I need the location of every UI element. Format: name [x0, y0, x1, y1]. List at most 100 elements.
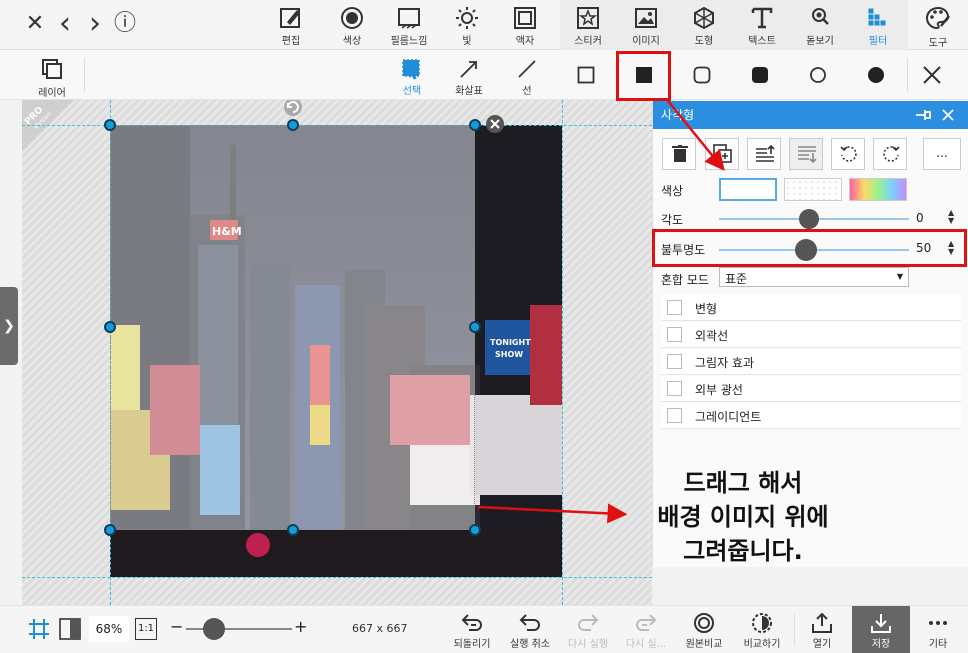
tool-label: 필름느낌 [390, 36, 428, 47]
divider [907, 58, 908, 92]
tool-film[interactable]: 필름느낌 [383, 2, 435, 48]
left-panel-toggle[interactable]: ❯ [0, 287, 18, 365]
gradient-color-swatch[interactable] [849, 178, 907, 201]
compare-button[interactable]: 비교하기 [738, 610, 786, 652]
option-outline[interactable]: 외곽선 [661, 322, 961, 348]
layer-button[interactable]: 레이어 [26, 54, 78, 100]
select-button[interactable]: 선택 [386, 54, 438, 100]
angle-slider[interactable] [719, 209, 909, 229]
redo-all-button[interactable]: 다시 실... [620, 610, 672, 652]
shape-toolbar: 레이어 선택 화살표 선 [0, 50, 968, 100]
resize-handle-b[interactable] [287, 524, 299, 536]
rotate-left-button[interactable] [831, 138, 865, 170]
checkbox[interactable] [667, 327, 682, 342]
ellipse-filled-button[interactable] [859, 58, 893, 92]
close-shape-toolbar-button[interactable] [915, 58, 949, 92]
ellipse-outline-button[interactable] [801, 58, 835, 92]
option-gradient[interactable]: 그레이디언트 [661, 403, 961, 429]
angle-slider-knob[interactable] [799, 209, 819, 229]
checkbox[interactable] [667, 408, 682, 423]
blend-mode-select[interactable]: 표준 ▼ [719, 267, 909, 287]
open-button[interactable]: 열기 [800, 610, 844, 652]
tool-frame[interactable]: 액자 [499, 2, 551, 48]
zoom-slider[interactable] [186, 618, 292, 640]
tool-magnifier[interactable]: 돋보기 [794, 2, 846, 48]
rounded-rect-filled-button[interactable] [743, 58, 777, 92]
zoom-value[interactable]: 68% [89, 616, 129, 642]
tool-text[interactable]: 텍스트 [736, 2, 788, 48]
edit-icon [280, 8, 300, 28]
close-icon [923, 66, 941, 84]
rotate-handle-icon[interactable] [283, 100, 303, 117]
tool-sticker[interactable]: 스티커 [562, 2, 614, 48]
delete-shape-icon[interactable] [485, 114, 505, 134]
checkbox[interactable] [667, 300, 682, 315]
option-outer-glow[interactable]: 외부 광선 [661, 376, 961, 402]
tool-image[interactable]: 이미지 [620, 2, 672, 48]
original-compare-button[interactable]: 원본비교 [680, 610, 728, 652]
tool-color[interactable]: 색상 [326, 2, 378, 48]
info-icon[interactable]: ⓘ [112, 10, 138, 38]
action-label: 열기 [812, 639, 832, 650]
resize-handle-l[interactable] [104, 321, 116, 333]
fill-color-swatch[interactable] [719, 178, 777, 201]
more-button[interactable]: ... [923, 138, 961, 170]
tool-shape[interactable]: 도형 [678, 2, 730, 48]
option-transform[interactable]: 변형 [661, 295, 961, 321]
line-button[interactable]: 선 [501, 54, 553, 100]
save-button[interactable]: 저장 [852, 606, 910, 653]
tool-edit[interactable]: 편집 [265, 2, 317, 48]
revert-button[interactable]: 되돌리기 [448, 610, 496, 652]
option-label: 외곽선 [695, 329, 729, 343]
forward-icon[interactable]: › [82, 9, 108, 39]
color-label: 색상 [661, 184, 684, 198]
checkbox[interactable] [667, 381, 682, 396]
photo-editor-app: ✕ ‹ › ⓘ 편집 색상 필름느낌 빛 액자 스티커 이미지 도형 텍스트 돋… [0, 0, 968, 653]
tool-filter[interactable]: 필터 [852, 2, 904, 48]
actual-size-button[interactable]: 1:1 [135, 618, 157, 640]
resize-handle-t[interactable] [287, 119, 299, 131]
highlight-rectangle-filled [616, 51, 671, 101]
undo-button[interactable]: 실행 취소 [504, 610, 556, 652]
stroke-color-swatch[interactable] [784, 178, 842, 201]
shape-selection-box[interactable] [110, 125, 475, 530]
zoom-slider-knob[interactable] [203, 618, 225, 640]
delete-button[interactable] [662, 138, 696, 170]
grid-icon[interactable] [28, 618, 50, 640]
background-toggle-icon[interactable] [59, 618, 81, 640]
back-icon[interactable]: ‹ [52, 9, 78, 39]
filter-icon [868, 8, 886, 26]
close-icon[interactable]: ✕ [22, 10, 48, 38]
palette-icon [925, 6, 950, 30]
resize-handle-tr[interactable] [469, 119, 481, 131]
pin-icon[interactable] [915, 109, 933, 121]
bring-forward-button[interactable] [747, 138, 781, 170]
magnifier-icon [812, 8, 829, 25]
send-backward-button[interactable] [789, 138, 823, 170]
rectangle-outline-button[interactable] [569, 58, 603, 92]
tool-label: 돋보기 [806, 36, 834, 47]
zoom-in-button[interactable]: + [294, 617, 307, 637]
rotate-right-button[interactable] [873, 138, 907, 170]
resize-handle-bl[interactable] [104, 524, 116, 536]
close-panel-icon[interactable] [941, 108, 955, 122]
arrow-button[interactable]: 화살표 [443, 54, 495, 100]
duplicate-button[interactable] [705, 138, 739, 170]
resize-handle-tl[interactable] [104, 119, 116, 131]
checkbox[interactable] [667, 354, 682, 369]
option-shadow[interactable]: 그림자 효과 [661, 349, 961, 375]
zoom-out-button[interactable]: − [170, 617, 183, 637]
tool-light[interactable]: 빛 [441, 2, 493, 48]
resize-handle-r[interactable] [469, 321, 481, 333]
revert-icon [461, 614, 482, 631]
more-options-button[interactable]: 기타 [918, 610, 958, 652]
panel-header: 사각형 [653, 101, 968, 129]
angle-spinner-icon[interactable]: ▲ ▼ [948, 209, 954, 225]
tool-tools[interactable]: 도구 [912, 2, 964, 49]
redo-button[interactable]: 다시 실행 [562, 610, 614, 652]
rounded-rect-outline-button[interactable] [685, 58, 719, 92]
editor-canvas[interactable]: PRO Version H&M TONIGHT SHOW [22, 100, 652, 605]
resize-handle-br[interactable] [469, 524, 481, 536]
annotation-line-3: 그려줍니다. [683, 537, 803, 565]
annotation-line-1: 드래그 해서 [683, 469, 803, 497]
